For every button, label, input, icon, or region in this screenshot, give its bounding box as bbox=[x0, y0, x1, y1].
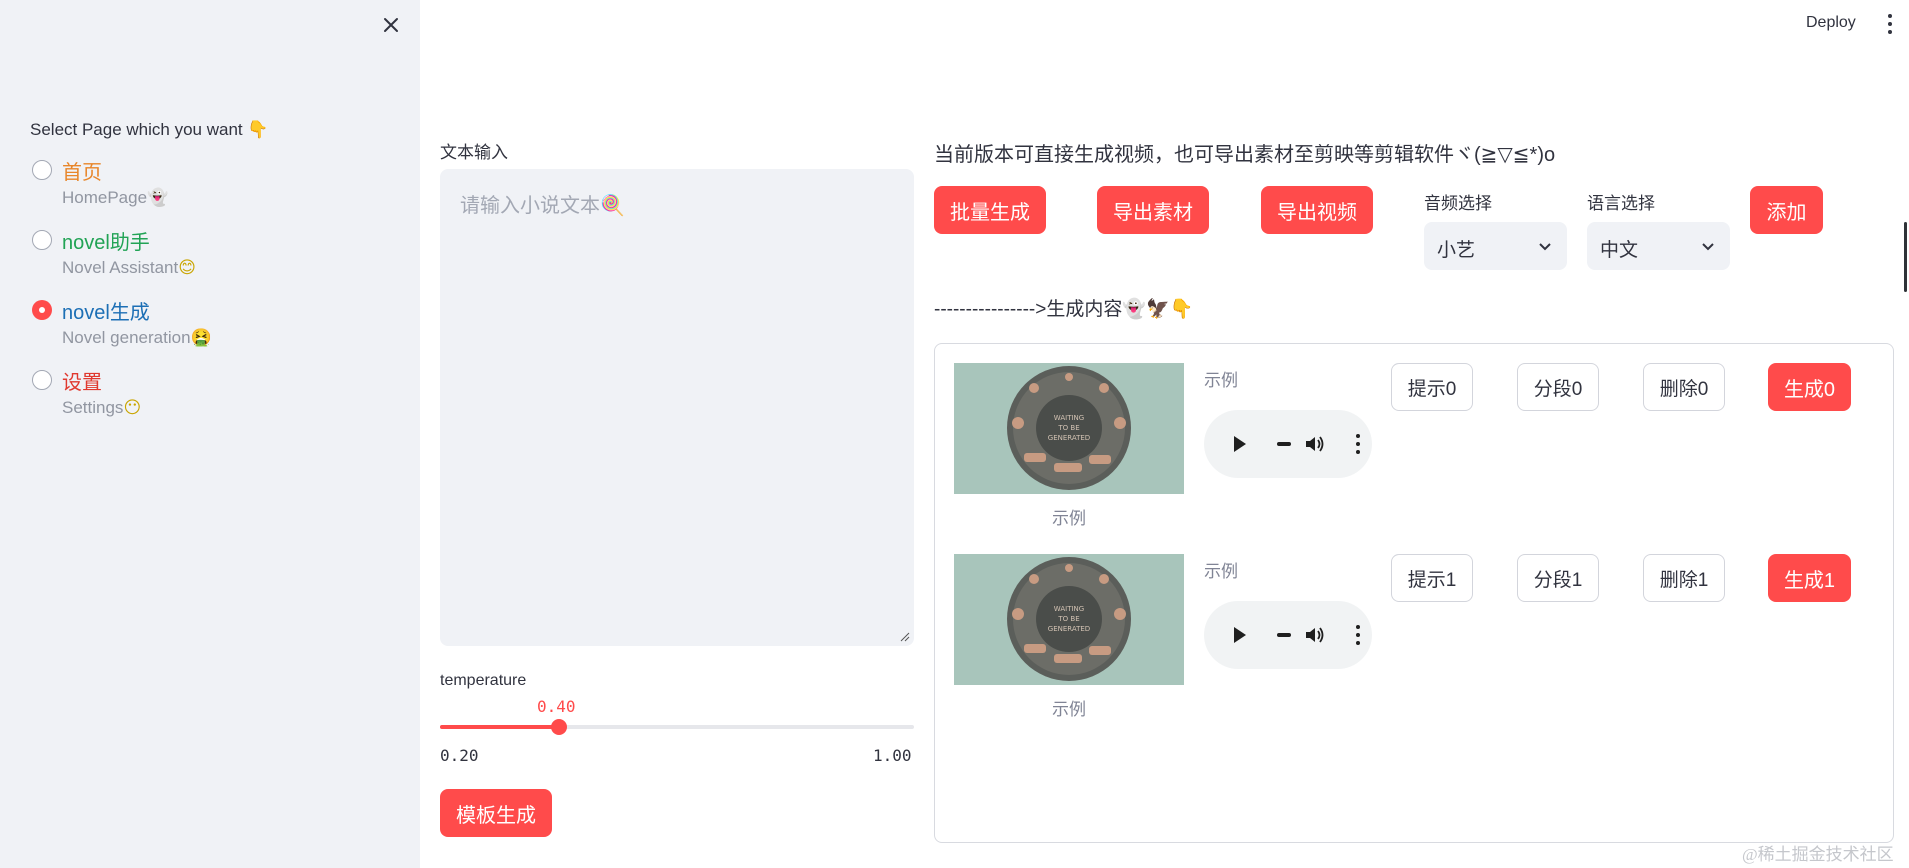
thumbnail-text: GENERATED bbox=[1048, 625, 1090, 633]
radio-subtitle-text: HomePage bbox=[62, 188, 148, 207]
volume-icon[interactable] bbox=[1304, 625, 1326, 645]
temperature-value: 0.40 bbox=[537, 697, 576, 716]
radio-novel-generation[interactable]: novel生成 Novel generation🤮 bbox=[30, 296, 390, 366]
deploy-button[interactable]: Deploy bbox=[1806, 14, 1856, 32]
export-video-button[interactable]: 导出视频 bbox=[1261, 186, 1373, 234]
template-generate-button[interactable]: 模板生成 bbox=[440, 789, 552, 837]
radio-title: 首页 bbox=[62, 162, 102, 184]
radio-settings[interactable]: 设置 Settings😶 bbox=[30, 366, 390, 436]
radio-title: novel助手 bbox=[62, 232, 150, 254]
audio-select-value: 小艺 bbox=[1437, 240, 1476, 261]
scrollbar[interactable] bbox=[1904, 222, 1907, 292]
thumbnail-text: WAITING bbox=[1054, 605, 1084, 613]
close-icon bbox=[384, 18, 398, 32]
progress-icon[interactable] bbox=[1277, 633, 1291, 637]
audio-select-label: 音频选择 bbox=[1424, 194, 1492, 213]
thumbnail-text: TO BE bbox=[1057, 615, 1079, 623]
radio-title: novel生成 bbox=[62, 302, 150, 324]
slider-fill bbox=[440, 725, 559, 729]
play-icon[interactable] bbox=[1234, 627, 1246, 643]
slider-thumb[interactable] bbox=[550, 719, 567, 735]
hint-button[interactable]: 提示0 bbox=[1391, 363, 1473, 411]
segment-button[interactable]: 分段1 bbox=[1517, 554, 1599, 602]
temperature-slider[interactable] bbox=[440, 719, 914, 735]
generate-button[interactable]: 生成0 bbox=[1768, 363, 1851, 411]
radio-novel-assistant[interactable]: novel助手 Novel Assistant😊 bbox=[30, 226, 390, 296]
slider-max: 1.00 bbox=[873, 746, 912, 765]
radio-subtitle: Novel Assistant😊 bbox=[62, 258, 196, 278]
more-options-icon[interactable] bbox=[1356, 625, 1360, 645]
sidebar: Select Page which you want 👇 首页 HomePage… bbox=[0, 0, 420, 868]
radio-home[interactable]: 首页 HomePage👻 bbox=[30, 156, 390, 226]
chevron-down-icon bbox=[1702, 243, 1714, 251]
radio-subtitle: Novel generation🤮 bbox=[62, 328, 212, 348]
export-assets-button[interactable]: 导出素材 bbox=[1097, 186, 1209, 234]
thumbnail-caption: 示例 bbox=[1052, 509, 1086, 528]
audio-player[interactable] bbox=[1204, 410, 1372, 478]
chevron-down-icon bbox=[1539, 243, 1551, 251]
thumbnail-caption: 示例 bbox=[1052, 700, 1086, 719]
generated-content-container: WAITING TO BE GENERATED 示例 示例 提示0 分段0 删除… bbox=[934, 343, 1894, 843]
language-select-label: 语言选择 bbox=[1587, 194, 1655, 213]
page-select-label-text: Select Page which you want bbox=[30, 120, 243, 139]
novel-text-input[interactable] bbox=[440, 169, 914, 646]
radio-subtitle-text: Settings bbox=[62, 398, 124, 417]
radio-button[interactable] bbox=[32, 230, 52, 250]
scene-thumbnail: WAITING TO BE GENERATED bbox=[954, 554, 1184, 685]
smile-icon: 😊 bbox=[178, 258, 196, 278]
page-radio-group: 首页 HomePage👻 novel助手 Novel Assistant😊 no… bbox=[30, 156, 390, 436]
pointing-down-icon: 👇 bbox=[247, 120, 269, 140]
section-title: ---------------->生成内容👻🦅👇 bbox=[934, 299, 1194, 320]
audio-select[interactable]: 小艺 bbox=[1424, 222, 1567, 270]
resize-handle-icon[interactable] bbox=[900, 632, 910, 642]
watermark: @稀土掘金技术社区 bbox=[1742, 845, 1894, 864]
temperature-label: temperature bbox=[440, 672, 527, 689]
vomit-face-icon: 🤮 bbox=[190, 328, 212, 348]
hint-button[interactable]: 提示1 bbox=[1391, 554, 1473, 602]
batch-generate-button[interactable]: 批量生成 bbox=[934, 186, 1046, 234]
no-mouth-face-icon: 😶 bbox=[123, 398, 142, 418]
progress-icon[interactable] bbox=[1277, 442, 1291, 446]
language-select-value: 中文 bbox=[1600, 240, 1639, 261]
radio-button[interactable] bbox=[32, 160, 52, 180]
ghost-icon: 👻 bbox=[147, 188, 169, 208]
text-input-label: 文本输入 bbox=[440, 143, 508, 162]
segment-button[interactable]: 分段0 bbox=[1517, 363, 1599, 411]
radio-subtitle: HomePage👻 bbox=[62, 188, 168, 208]
delete-button[interactable]: 删除0 bbox=[1643, 363, 1725, 411]
volume-icon[interactable] bbox=[1304, 434, 1326, 454]
play-icon[interactable] bbox=[1234, 436, 1246, 452]
close-sidebar-button[interactable] bbox=[378, 12, 404, 38]
page-select-label: Select Page which you want 👇 bbox=[30, 120, 269, 140]
scene-thumbnail: WAITING TO BE GENERATED bbox=[954, 363, 1184, 494]
main-menu-icon[interactable] bbox=[1886, 14, 1894, 34]
radio-button-checked[interactable] bbox=[32, 300, 52, 320]
info-text: 当前版本可直接生成视频，也可导出素材至剪映等剪辑软件ヾ(≧▽≦*)o bbox=[934, 144, 1556, 166]
radio-subtitle-text: Novel generation bbox=[62, 328, 191, 347]
generate-button[interactable]: 生成1 bbox=[1768, 554, 1851, 602]
audio-label: 示例 bbox=[1204, 371, 1238, 390]
radio-button[interactable] bbox=[32, 370, 52, 390]
radio-subtitle-text: Novel Assistant bbox=[62, 258, 179, 277]
slider-min: 0.20 bbox=[440, 746, 479, 765]
radio-title: 设置 bbox=[62, 372, 102, 394]
language-select[interactable]: 中文 bbox=[1587, 222, 1730, 270]
thumbnail-text: WAITING bbox=[1054, 414, 1084, 422]
audio-player[interactable] bbox=[1204, 601, 1372, 669]
thumbnail-text: GENERATED bbox=[1048, 434, 1090, 442]
thumbnail-text: TO BE bbox=[1057, 424, 1079, 432]
audio-label: 示例 bbox=[1204, 562, 1238, 581]
radio-subtitle: Settings😶 bbox=[62, 398, 141, 418]
more-options-icon[interactable] bbox=[1356, 434, 1360, 454]
add-button[interactable]: 添加 bbox=[1750, 186, 1823, 234]
delete-button[interactable]: 删除1 bbox=[1643, 554, 1725, 602]
